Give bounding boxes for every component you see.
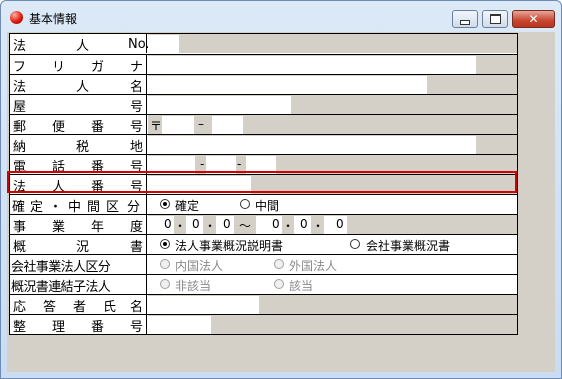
row-label: 概 況 書 [10,235,147,255]
row-reference-no: 整 理 番 号 [10,314,517,335]
fiscal-to-day[interactable]: 0 [324,216,347,234]
highlight-corporate-number [7,171,517,193]
row-furigana: フ リ ガ ナ [10,54,517,75]
postal-mark: 〒 [150,119,163,133]
radio-company-overview[interactable] [350,239,360,249]
trade-name-input[interactable] [148,96,291,114]
fiscal-to-month[interactable]: 0 [294,216,311,234]
radio-domestic[interactable] [160,259,170,269]
furigana-input[interactable] [148,56,476,74]
radio-corporate-overview[interactable] [160,239,170,249]
radio-applicable[interactable] [274,279,284,289]
reference-no-input[interactable] [148,316,211,334]
row-corporate-category: 会社事業法人区分 内国法人 外国法人 [10,254,517,275]
row-postal-code: 郵 便 番 号 〒 – [10,114,517,135]
row-label: 納 税 地 [10,135,147,155]
row-respondent: 応 答 者 氏 名 [10,294,517,315]
fiscal-from-day[interactable]: 0 [216,216,234,234]
row-label: 法 人 No. [10,34,150,54]
form-area: 法 人 No. フ リ ガ ナ 法 人 名 屋 号 郵 便 番 号 〒 – 納 … [7,32,555,372]
fiscal-to-year[interactable]: 0 [256,216,282,234]
fiscal-from-month[interactable]: 0 [186,216,203,234]
fiscal-from-year[interactable]: 0 [148,216,174,234]
radio-foreign[interactable] [274,259,284,269]
minimize-icon [460,19,470,25]
row-label: 法 人 名 [10,75,147,95]
close-button[interactable]: ✕ [512,10,555,28]
close-icon: ✕ [528,12,539,26]
title-bar[interactable]: 基本情報 ✕ [1,1,561,31]
postal-code-second-input[interactable] [212,116,243,134]
row-fiscal-year: 事 業 年 度 0 ・ 0 ・ 0 〜 0 ・ 0 ・ 0 [10,214,517,235]
row-label: 確 定 ・ 中 間 区 分 [10,195,147,215]
row-label: 概況書連結子法人 [10,275,147,295]
maximize-icon [489,14,501,24]
row-label: 郵 便 番 号 [10,115,147,135]
row-consolidated-subsidiary: 概況書連結子法人 非該当 該当 [10,274,517,295]
row-filing-type: 確 定 ・ 中 間 区 分 確定 中間 [10,194,517,215]
radio-not-applicable[interactable] [160,279,170,289]
row-tax-address: 納 税 地 [10,134,517,155]
minimize-button[interactable] [452,10,478,28]
respondent-name-input[interactable] [148,296,259,314]
row-label: 屋 号 [10,95,147,115]
tax-address-input[interactable] [148,136,476,154]
row-label: 整 理 番 号 [10,315,147,335]
row-label: 会社事業法人区分 [10,255,147,275]
row-trade-name: 屋 号 [10,94,517,115]
corporate-no-input[interactable] [148,35,179,53]
postal-code-first-input[interactable] [162,116,194,134]
maximize-button[interactable] [482,10,508,28]
row-label: 事 業 年 度 [10,215,147,235]
radio-final[interactable] [160,199,170,209]
row-corporate-name: 法 人 名 [10,74,517,95]
radio-interim[interactable] [240,199,250,209]
row-overview-type: 概 況 書 法人事業概況説明書 会社事業概況書 [10,234,517,255]
app-icon [10,11,23,24]
window-title: 基本情報 [29,12,78,26]
row-label: フ リ ガ ナ [10,55,147,75]
row-label: 応 答 者 氏 名 [10,295,147,315]
corporate-name-input[interactable] [148,76,427,94]
basic-info-window: 基本情報 ✕ 法 人 No. フ リ ガ ナ 法 人 名 屋 号 郵 便 番 号… [0,0,562,379]
row-corporate-no: 法 人 No. [10,34,517,54]
